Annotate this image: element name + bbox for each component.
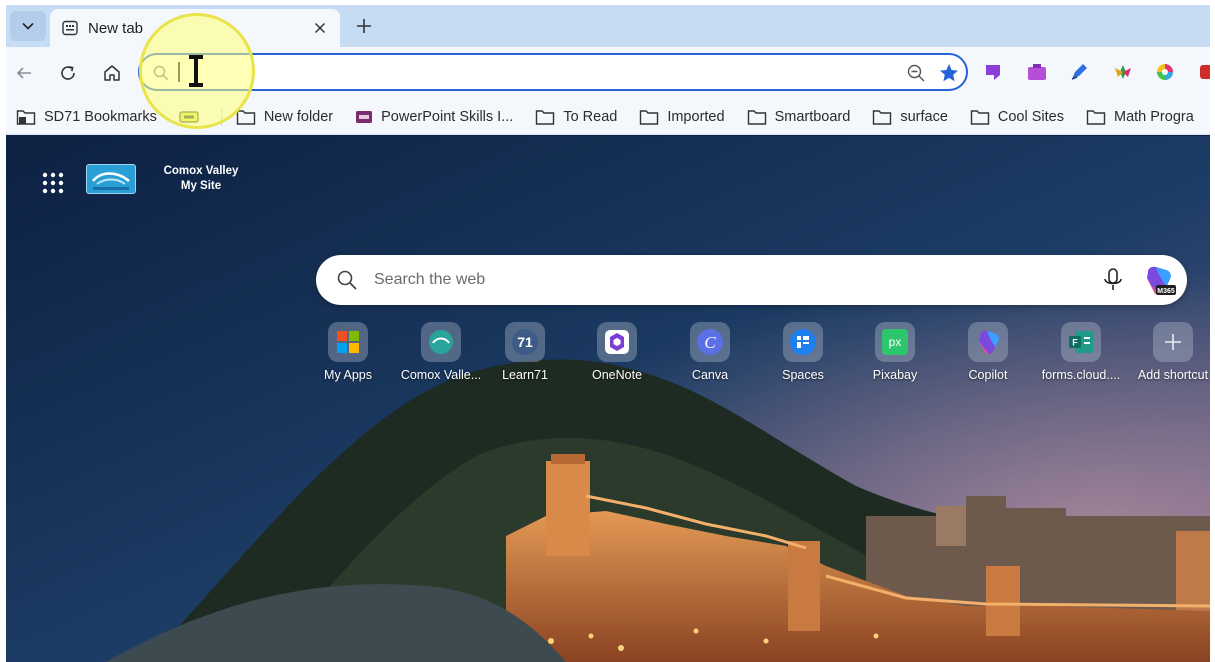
site-logo[interactable] bbox=[86, 164, 136, 194]
folder-icon bbox=[873, 109, 892, 125]
extension-flower-icon[interactable] bbox=[1112, 61, 1134, 83]
spaces-icon bbox=[783, 322, 823, 362]
tab-actions-button[interactable] bbox=[10, 11, 46, 41]
shortcuts-row: My Apps Comox Valle... 71 Learn71 OneNot… bbox=[302, 322, 1210, 392]
shortcut-my-apps[interactable]: My Apps bbox=[302, 322, 394, 382]
shortcut-label: forms.cloud.... bbox=[1041, 368, 1121, 382]
bookmark-label: surface bbox=[900, 108, 948, 125]
bookmark-cool-sites[interactable]: Cool Sites bbox=[970, 108, 1064, 126]
ibeam-cursor-icon bbox=[189, 55, 203, 87]
canva-icon: C bbox=[690, 322, 730, 362]
arrow-left-icon bbox=[16, 67, 31, 79]
bookmark-surface[interactable]: surface bbox=[872, 108, 948, 126]
extension-color-wheel-icon[interactable] bbox=[1154, 61, 1176, 83]
shortcut-comox-valley[interactable]: Comox Valle... bbox=[395, 322, 487, 382]
microsoft-logo-icon bbox=[328, 322, 368, 362]
bookmark-math-programs[interactable]: Math Progra bbox=[1086, 108, 1194, 126]
learn71-icon: 71 bbox=[505, 322, 545, 362]
search-icon bbox=[337, 270, 357, 290]
bookmark-label: SD71 Bookmarks bbox=[44, 108, 157, 125]
extension-pen-icon[interactable] bbox=[1068, 61, 1090, 83]
address-bar[interactable] bbox=[138, 53, 968, 91]
web-search-box[interactable]: M365 bbox=[316, 255, 1187, 305]
extension-purple-icon[interactable] bbox=[982, 61, 1004, 83]
bookmark-label: Cool Sites bbox=[997, 108, 1064, 125]
new-tab-page-icon bbox=[62, 20, 78, 36]
background-image bbox=[6, 136, 1210, 662]
shortcut-label: OneNote bbox=[591, 368, 643, 382]
copilot-m365-icon[interactable]: M365 bbox=[1142, 264, 1176, 298]
bookmark-folder-icon bbox=[16, 109, 36, 125]
svg-text:71: 71 bbox=[517, 334, 533, 350]
shortcut-label: Pixabay bbox=[872, 368, 918, 382]
svg-text:F: F bbox=[1072, 338, 1078, 348]
bookmark-label: Smartboard bbox=[774, 108, 851, 125]
folder-icon bbox=[747, 109, 766, 125]
svg-text:px: px bbox=[889, 335, 902, 349]
refresh-icon bbox=[61, 66, 75, 80]
bookmark-smartboard[interactable]: Smartboard bbox=[747, 108, 851, 126]
shortcut-forms-cloud[interactable]: F forms.cloud.... bbox=[1035, 322, 1127, 382]
shortcut-learn71[interactable]: 71 Learn71 bbox=[479, 322, 571, 382]
forms-icon: F bbox=[1061, 322, 1101, 362]
shortcut-label: Comox Valle... bbox=[400, 368, 482, 382]
bookmark-label: Imported bbox=[667, 108, 725, 125]
add-shortcut-button[interactable]: Add shortcut bbox=[1127, 322, 1210, 382]
shortcut-label: Copilot bbox=[968, 368, 1008, 382]
extension-teacher-icon[interactable] bbox=[1026, 61, 1048, 83]
folder-icon bbox=[640, 109, 659, 125]
pixabay-icon: px bbox=[875, 322, 915, 362]
onenote-icon bbox=[597, 322, 637, 362]
shortcut-label: My Apps bbox=[324, 368, 372, 382]
bookmark-powerpoint-skills[interactable]: PowerPoint Skills I... bbox=[355, 109, 513, 125]
shortcut-label: Canva bbox=[691, 368, 729, 382]
shortcut-spaces[interactable]: Spaces bbox=[757, 322, 849, 382]
bookmark-label: New folder bbox=[263, 108, 334, 125]
folder-icon bbox=[536, 109, 555, 125]
shortcut-label: Spaces bbox=[782, 368, 824, 382]
bookmark-label: Math Progra bbox=[1113, 108, 1194, 125]
home-button[interactable] bbox=[98, 59, 126, 87]
shortcut-pixabay[interactable]: px Pixabay bbox=[849, 322, 941, 382]
home-icon bbox=[104, 65, 120, 81]
folder-icon bbox=[1086, 109, 1106, 125]
comox-valley-logo-icon bbox=[92, 172, 130, 190]
tab-close-button[interactable] bbox=[308, 16, 332, 40]
copilot-badge-text: M365 bbox=[1157, 288, 1175, 295]
bookmark-label: To Read bbox=[563, 108, 618, 125]
zoom-out-icon[interactable] bbox=[906, 63, 926, 83]
bookmark-new-folder[interactable]: New folder bbox=[236, 108, 333, 126]
back-button[interactable] bbox=[10, 59, 38, 87]
shortcut-canva[interactable]: C Canva bbox=[664, 322, 756, 382]
chevron-down-icon bbox=[22, 22, 34, 30]
shortcut-copilot[interactable]: Copilot bbox=[942, 322, 1034, 382]
app-launcher-icon[interactable] bbox=[42, 172, 64, 194]
address-input[interactable] bbox=[180, 60, 900, 84]
favorite-star-icon[interactable] bbox=[938, 62, 960, 84]
extension-red-icon[interactable] bbox=[1196, 61, 1210, 83]
microphone-icon[interactable] bbox=[1102, 267, 1124, 293]
shortcut-label: Learn71 bbox=[502, 368, 548, 382]
bookmark-sd71-bookmarks[interactable]: SD71 Bookmarks bbox=[16, 108, 157, 126]
comox-valley-icon bbox=[421, 322, 461, 362]
bookmark-label: PowerPoint Skills I... bbox=[381, 108, 514, 125]
web-search-input[interactable] bbox=[374, 268, 1074, 292]
new-tab-button[interactable] bbox=[350, 12, 378, 40]
shortcut-label: Add shortcut bbox=[1137, 368, 1209, 382]
bookmark-imported[interactable]: Imported bbox=[639, 108, 725, 126]
shortcut-onenote[interactable]: OneNote bbox=[571, 322, 663, 382]
plus-icon bbox=[1153, 322, 1193, 362]
close-icon bbox=[314, 22, 326, 34]
folder-icon bbox=[970, 109, 990, 125]
refresh-button[interactable] bbox=[54, 59, 82, 87]
plus-icon bbox=[357, 19, 371, 33]
copilot-icon bbox=[968, 322, 1008, 362]
site-name[interactable]: Comox Valley My Site bbox=[146, 164, 256, 194]
bookmark-to-read[interactable]: To Read bbox=[535, 108, 617, 126]
powerpoint-icon bbox=[356, 110, 373, 123]
svg-text:C: C bbox=[704, 333, 716, 352]
new-tab-page: Comox Valley My Site M365 My Apps bbox=[6, 136, 1210, 662]
